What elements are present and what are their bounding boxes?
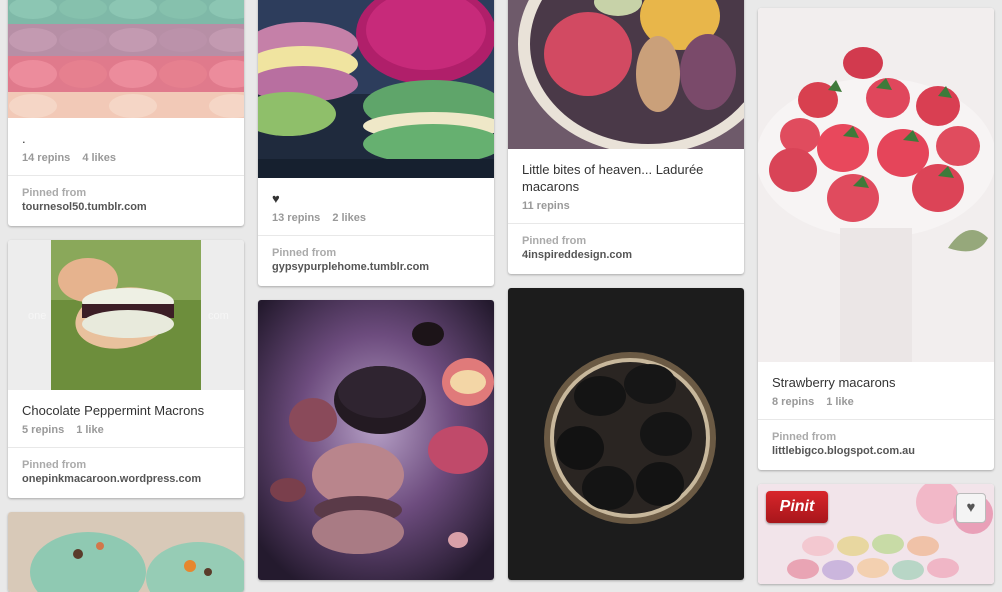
- pin-stats: 8 repins 1 like: [758, 391, 994, 419]
- pin-card[interactable]: one com Chocolate Peppermint Macrons 5 r…: [8, 240, 244, 498]
- pin-card[interactable]: Strawberry macarons 8 repins 1 like Pinne…: [758, 8, 994, 470]
- pin-card[interactable]: Little bites of heaven... Ladurée macaro…: [508, 0, 744, 274]
- pin-source-link[interactable]: littlebigco.blogspot.com.au: [772, 444, 980, 458]
- pin-attribution: Pinned from gypsypurplehome.tumblr.com: [258, 235, 494, 286]
- pinned-from-label: Pinned from: [772, 431, 837, 443]
- pin-source-link[interactable]: gypsypurplehome.tumblr.com: [272, 260, 480, 274]
- pin-description: .: [22, 131, 26, 146]
- pin-card[interactable]: [8, 512, 244, 592]
- pin-attribution: Pinned from tournesol50.tumblr.com: [8, 175, 244, 226]
- pinned-from-label: Pinned from: [22, 187, 87, 199]
- pin-image[interactable]: [8, 0, 244, 118]
- watermark-left: one: [28, 310, 47, 322]
- pin-description: Little bites of heaven... Ladurée macaro…: [522, 162, 704, 194]
- repin-count[interactable]: 13 repins: [272, 212, 320, 224]
- colorful-macaron-image: [258, 0, 494, 178]
- like-count[interactable]: 2 likes: [332, 212, 366, 224]
- pin-source-link[interactable]: onepinkmacaroon.wordpress.com: [22, 472, 230, 486]
- like-button[interactable]: ♥: [956, 493, 986, 523]
- repin-count[interactable]: 5 repins: [22, 424, 64, 436]
- pin-it-button[interactable]: Pinit: [766, 491, 828, 523]
- pin-source-link[interactable]: 4inspireddesign.com: [522, 248, 730, 262]
- repin-count[interactable]: 14 repins: [22, 152, 70, 164]
- strawberry-macaron-image: [758, 8, 994, 362]
- repin-count[interactable]: 8 repins: [772, 396, 814, 408]
- pin-image[interactable]: [758, 8, 994, 362]
- macaron-stack-image: [8, 0, 244, 118]
- like-count[interactable]: 4 likes: [82, 152, 116, 164]
- black-macaron-tin-image: [508, 288, 744, 580]
- pin-source-link[interactable]: tournesol50.tumblr.com: [22, 200, 230, 214]
- decorated-macaron-image: [8, 512, 244, 592]
- pin-stats: 5 repins 1 like: [8, 419, 244, 447]
- pin-card[interactable]: Pinit ♥: [758, 484, 994, 584]
- exploding-macaron-image: [258, 300, 494, 580]
- pin-stats: 14 repins 4 likes: [8, 147, 244, 175]
- pin-card[interactable]: ♥ 13 repins 2 likes Pinned from gypsypurp…: [258, 0, 494, 286]
- pin-image[interactable]: [508, 288, 744, 580]
- pin-image[interactable]: [508, 0, 744, 149]
- pin-attribution: Pinned from littlebigco.blogspot.com.au: [758, 419, 994, 470]
- pin-image[interactable]: one com: [8, 240, 244, 390]
- pin-description: Chocolate Peppermint Macrons: [22, 403, 205, 418]
- pin-image[interactable]: [258, 300, 494, 580]
- pinned-from-label: Pinned from: [22, 459, 87, 471]
- pinned-from-label: Pinned from: [272, 247, 337, 259]
- laduree-box-image: [508, 0, 744, 149]
- pin-image[interactable]: Pinit ♥: [758, 484, 994, 584]
- pin-attribution: Pinned from onepinkmacaroon.wordpress.co…: [8, 447, 244, 498]
- repin-count[interactable]: 11 repins: [522, 200, 570, 212]
- pin-description: ♥: [272, 191, 280, 206]
- pin-image[interactable]: [8, 512, 244, 592]
- pin-description: Strawberry macarons: [772, 375, 896, 390]
- watermark-right: com: [208, 310, 229, 322]
- pin-card[interactable]: . 14 repins 4 likes Pinned from tournesol…: [8, 0, 244, 226]
- pin-attribution: Pinned from 4inspireddesign.com: [508, 223, 744, 274]
- pinned-from-label: Pinned from: [522, 235, 587, 247]
- heart-icon: ♥: [966, 499, 976, 516]
- pin-stats: 11 repins: [508, 195, 744, 223]
- like-count[interactable]: 1 like: [826, 396, 854, 408]
- pin-image[interactable]: [258, 0, 494, 178]
- like-count[interactable]: 1 like: [76, 424, 104, 436]
- pin-card[interactable]: [508, 288, 744, 580]
- pin-card[interactable]: [258, 300, 494, 580]
- pin-stats: 13 repins 2 likes: [258, 207, 494, 235]
